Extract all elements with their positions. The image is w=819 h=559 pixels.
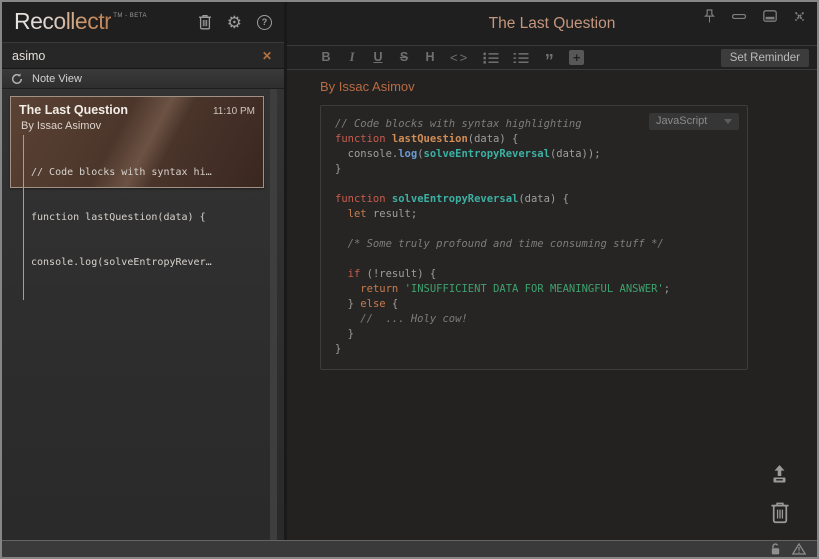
- code-line: function lastQuestion(data) {: [335, 132, 733, 147]
- recollectr-window: RecollectrTM - BETA ⚙ ?: [0, 0, 819, 559]
- note-card-title: The Last Question: [19, 103, 128, 117]
- note-author-line: By Issac Asimov: [320, 79, 817, 94]
- search-clear-icon[interactable]: ✕: [260, 49, 274, 63]
- maximize-icon[interactable]: [763, 10, 777, 22]
- sidebar: RecollectrTM - BETA ⚙ ?: [2, 2, 287, 540]
- code-line: [335, 222, 733, 237]
- settings-gear-icon[interactable]: ⚙: [227, 14, 242, 31]
- code-line: /* Some truly profound and time consumin…: [335, 237, 733, 252]
- note-card-author: By Issac Asimov: [21, 120, 255, 132]
- code-language-select[interactable]: JavaScript: [649, 113, 739, 130]
- editor-pane: The Last Question: [287, 2, 817, 540]
- code-line: let result;: [335, 207, 733, 222]
- note-list-scrollbar[interactable]: [270, 89, 277, 540]
- refresh-icon[interactable]: [11, 73, 23, 85]
- pin-icon[interactable]: [704, 9, 715, 23]
- code-line: [335, 252, 733, 267]
- app-logo: RecollectrTM - BETA: [14, 10, 147, 34]
- note-card-time: 11:10 PM: [213, 106, 255, 117]
- close-icon[interactable]: [794, 11, 805, 22]
- chevron-down-icon: [724, 119, 732, 124]
- code-line: [335, 177, 733, 192]
- trash-icon[interactable]: [198, 14, 212, 30]
- search-bar: ✕: [2, 42, 284, 69]
- quote-button[interactable]: ”: [543, 52, 555, 70]
- heading-button[interactable]: H: [424, 51, 436, 64]
- note-body[interactable]: By Issac Asimov JavaScript // Code block…: [287, 70, 817, 540]
- ordered-list-button[interactable]: [483, 52, 499, 64]
- formatting-toolbar: B I U S H <>: [287, 45, 817, 70]
- delete-note-trash-icon[interactable]: [770, 501, 790, 524]
- code-language-value: JavaScript: [656, 114, 707, 129]
- unordered-list-button[interactable]: [513, 52, 529, 64]
- main-area: RecollectrTM - BETA ⚙ ?: [2, 2, 817, 540]
- editor-titlebar: The Last Question: [287, 2, 817, 45]
- note-actions: [768, 463, 791, 524]
- sidebar-header: RecollectrTM - BETA ⚙ ?: [2, 2, 284, 42]
- note-view-label: Note View: [32, 73, 82, 85]
- app-logo-text: Recollectr: [14, 8, 111, 34]
- insert-button[interactable]: +: [569, 50, 584, 65]
- code-line: // ... Holy cow!: [335, 312, 733, 327]
- code-line: if (!result) {: [335, 267, 733, 282]
- note-card-preview-line: // Code blocks with syntax hi…: [31, 165, 255, 180]
- app-logo-beta-label: TM - BETA: [113, 13, 147, 19]
- code-line: }: [335, 162, 733, 177]
- code-block: JavaScript // Code blocks with syntax hi…: [320, 105, 748, 370]
- italic-button[interactable]: I: [346, 51, 358, 64]
- note-view-bar[interactable]: Note View: [2, 69, 284, 89]
- code-lines: // Code blocks with syntax highlightingf…: [335, 117, 733, 357]
- window-controls: [704, 9, 805, 23]
- export-upload-icon[interactable]: [768, 463, 791, 486]
- note-card-preview: // Code blocks with syntax hi… function …: [23, 135, 255, 300]
- scrollbar-thumb[interactable]: [270, 89, 277, 540]
- underline-button[interactable]: U: [372, 51, 384, 64]
- code-button[interactable]: <>: [450, 51, 469, 64]
- code-line: }: [335, 327, 733, 342]
- code-line: }: [335, 342, 733, 357]
- note-card-preview-line: function lastQuestion(data) {: [31, 210, 255, 225]
- code-line: console.log(solveEntropyReversal(data));: [335, 147, 733, 162]
- bold-button[interactable]: B: [320, 51, 332, 64]
- minimize-icon[interactable]: [732, 14, 746, 19]
- strikethrough-button[interactable]: S: [398, 51, 410, 64]
- note-list: The Last Question 11:10 PM By Issac Asim…: [2, 89, 284, 540]
- warning-icon[interactable]: [792, 543, 806, 555]
- code-line: function solveEntropyReversal(data) {: [335, 192, 733, 207]
- note-card[interactable]: The Last Question 11:10 PM By Issac Asim…: [10, 96, 264, 188]
- help-icon[interactable]: ?: [257, 15, 272, 30]
- status-bar: [2, 540, 817, 557]
- search-input[interactable]: [12, 49, 260, 63]
- set-reminder-button[interactable]: Set Reminder: [721, 49, 809, 67]
- code-line: return 'INSUFFICIENT DATA FOR MEANINGFUL…: [335, 282, 733, 297]
- note-card-preview-line: console.log(solveEntropyRever…: [31, 255, 255, 270]
- lock-icon[interactable]: [770, 543, 781, 556]
- code-line: } else {: [335, 297, 733, 312]
